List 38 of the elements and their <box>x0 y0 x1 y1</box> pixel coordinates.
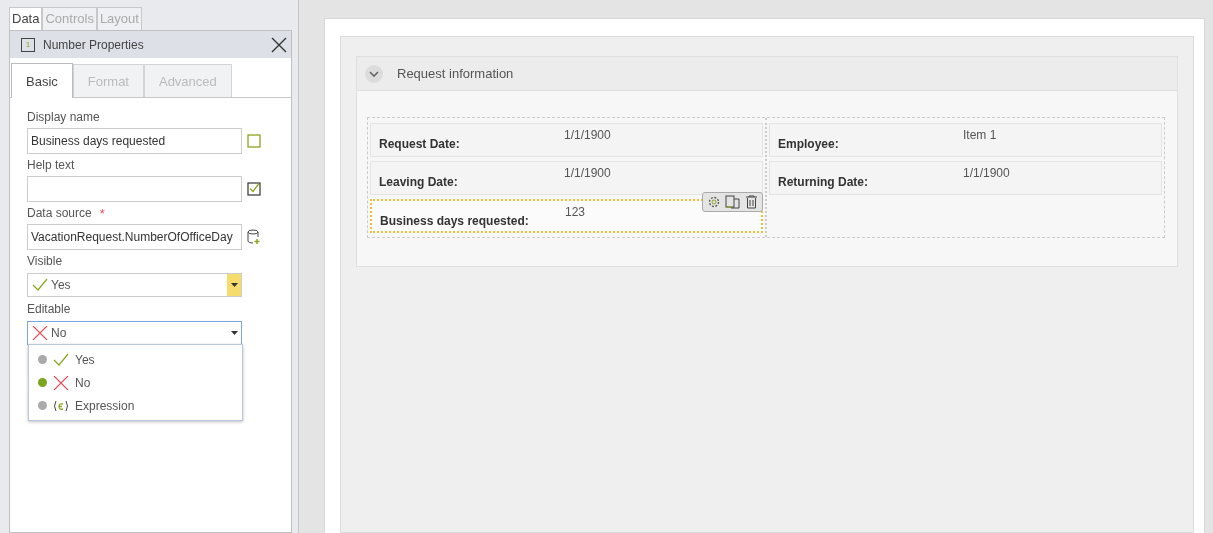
help-text-field[interactable] <box>27 176 242 202</box>
panel-tab[interactable]: Data <box>9 7 43 30</box>
required-mark: * <box>99 206 105 223</box>
gear-icon[interactable] <box>707 195 721 209</box>
check-icon <box>53 352 69 367</box>
field-label: Help text <box>27 158 76 174</box>
field-label: Visible <box>27 254 64 270</box>
checkbox[interactable] <box>247 134 261 148</box>
collapse-icon[interactable] <box>365 64 383 83</box>
database-add-icon[interactable] <box>247 229 261 245</box>
trash-icon[interactable] <box>745 195 758 209</box>
check-icon <box>32 278 48 292</box>
section-title: Request information <box>397 66 514 81</box>
dropdown-option[interactable]: No <box>29 371 242 394</box>
panel-title: Number Properties <box>43 37 145 52</box>
dropdown-option[interactable]: Expression <box>29 394 242 417</box>
visible-dropdown[interactable]: Yes <box>27 273 242 297</box>
form-control[interactable]: Leaving Date: 1/1/1900 <box>370 161 763 195</box>
caret-icon <box>230 331 238 335</box>
field-label: Data source <box>27 206 92 222</box>
copy-icon[interactable] <box>725 195 741 209</box>
properties-tab[interactable]: Basic <box>11 63 73 98</box>
form-control[interactable]: Employee: Item 1 <box>769 123 1162 157</box>
display-name-field[interactable]: Business days requested <box>27 128 242 154</box>
cross-icon <box>53 375 69 390</box>
field-label: Display name <box>27 110 101 126</box>
form-control[interactable]: Request Date: 1/1/1900 <box>370 123 763 157</box>
dropdown-option[interactable]: Yes <box>29 348 242 371</box>
field-label: Editable <box>27 302 72 318</box>
number-icon: 1 <box>21 37 35 52</box>
caret-icon <box>230 283 238 287</box>
data-source-field[interactable]: VacationRequest.NumberOfOfficeDay <box>27 224 242 250</box>
form-control[interactable]: Returning Date: 1/1/1900 <box>769 161 1162 195</box>
form-control[interactable]: Business days requested: 123 <box>370 199 763 233</box>
expression-icon <box>53 399 69 412</box>
close-icon[interactable] <box>271 36 287 53</box>
checkbox[interactable] <box>247 182 261 196</box>
cross-icon <box>32 326 48 340</box>
